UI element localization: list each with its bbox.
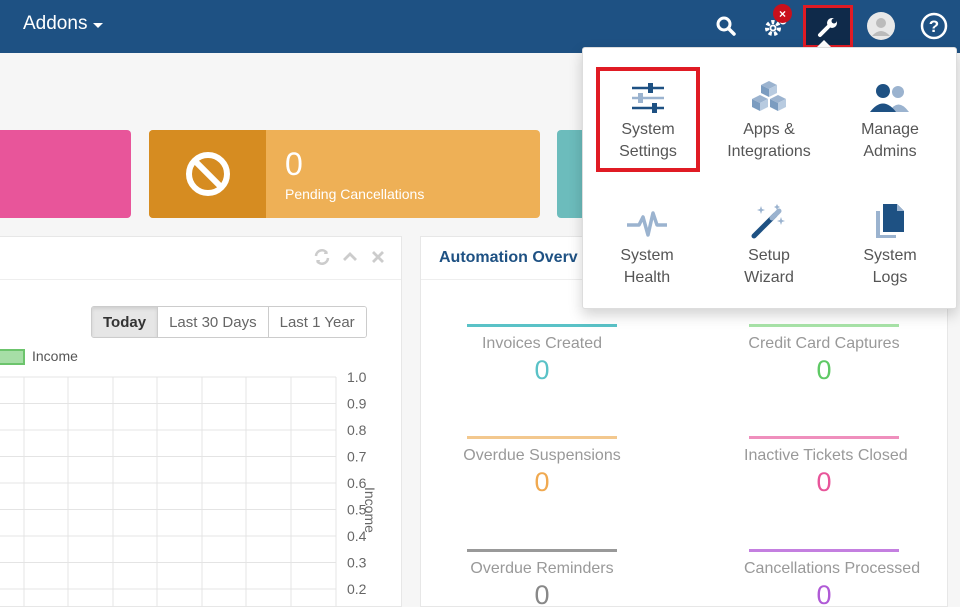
addons-label: Addons [23,13,88,34]
legend-label-income: Income [32,348,78,364]
stat-card-pending-cancellations[interactable]: 0 Pending Cancellations [149,130,540,218]
stat-overdue-reminders: Overdue Reminders 0 [462,549,622,607]
menu-item-system-health[interactable]: System Health [592,197,702,297]
stat-label: Inactive Tickets Closed [744,447,908,464]
stat-overdue-suspensions: Overdue Suspensions 0 [462,436,622,498]
cubes-icon [714,71,824,119]
stat-bar [749,324,899,327]
addons-menu[interactable]: Addons [23,13,104,35]
stat-bar [749,549,899,552]
panel-header [0,237,401,280]
y-tick-label: 0.7 [347,449,367,465]
stat-value: 0 [816,580,832,607]
stat-value: 0 [816,467,832,497]
stat-bar [467,324,617,327]
stat-value: 0 [816,355,832,385]
stat-card-pink[interactable] [0,130,131,218]
menu-item-system-logs[interactable]: System Logs [835,197,945,297]
y-tick-label: 0.8 [347,422,367,438]
stat-invoices-created: Invoices Created 0 [462,324,622,386]
panel-title: Automation Overv [439,249,578,266]
stat-bar [467,549,617,552]
menu-item-system-settings[interactable]: System Settings [596,67,700,172]
stat-label: Cancellations Processed [744,560,921,577]
y-tick-label: 1.0 [347,369,367,385]
legend-swatch-income[interactable] [0,349,25,365]
stat-label: Credit Card Captures [748,335,900,352]
stat-inactive-tickets-closed: Inactive Tickets Closed 0 [744,436,908,498]
stat-bar [467,436,617,439]
users-icon [835,71,945,119]
menu-item-label: Setup Wizard [744,247,794,286]
stat-label: Overdue Reminders [470,560,614,577]
svg-text:?: ? [929,17,939,36]
stat-bar [749,436,899,439]
config-dropdown-menu: System Settings Apps & Integrations Mana… [582,47,957,309]
menu-item-setup-wizard[interactable]: Setup Wizard [714,197,824,297]
stat-value: 0 [534,467,550,497]
help-icon[interactable]: ? [917,9,951,43]
y-tick-label: 0.9 [347,396,367,412]
menu-item-label: System Logs [863,247,917,286]
y-tick-label: 0.3 [347,555,367,571]
y-axis-title: Income [362,487,378,533]
menu-item-apps-integrations[interactable]: Apps & Integrations [714,71,824,171]
notification-badge[interactable]: × [773,4,792,23]
sliders-icon [600,71,696,119]
caret-down-icon [93,23,104,28]
heartbeat-icon [592,197,702,245]
pending-count: 0 [285,146,303,182]
avatar[interactable] [864,9,898,43]
close-icon[interactable] [369,248,387,266]
range-1-year-button[interactable]: Last 1 Year [268,307,366,337]
income-chart: 1.00.90.80.70.60.50.40.30.2 [0,369,367,607]
y-tick-label: 0.2 [347,581,367,597]
search-icon[interactable] [709,9,743,43]
range-today-button[interactable]: Today [92,307,159,337]
stat-credit-card-captures: Credit Card Captures 0 [744,324,904,386]
menu-item-label: Apps & Integrations [727,121,811,160]
magic-wand-icon [714,197,824,245]
stat-value: 0 [534,580,550,607]
menu-item-label: System Health [620,247,674,286]
chevron-up-icon[interactable] [341,248,359,266]
pending-label: Pending Cancellations [285,186,425,202]
menu-item-label: System Settings [619,121,677,160]
files-icon [835,197,945,245]
range-selector: Today Last 30 Days Last 1 Year [91,306,367,338]
stat-label: Invoices Created [481,335,603,352]
ban-icon [149,130,266,218]
stat-cancellations-processed: Cancellations Processed 0 [744,549,921,607]
stat-value: 0 [534,355,550,385]
stat-label: Overdue Suspensions [463,447,621,464]
menu-item-label: Manage Admins [861,121,919,160]
refresh-icon[interactable] [313,248,331,266]
income-chart-panel: Today Last 30 Days Last 1 Year Income 1.… [0,236,402,607]
menu-item-manage-admins[interactable]: Manage Admins [835,71,945,171]
range-30-days-button[interactable]: Last 30 Days [158,307,269,337]
